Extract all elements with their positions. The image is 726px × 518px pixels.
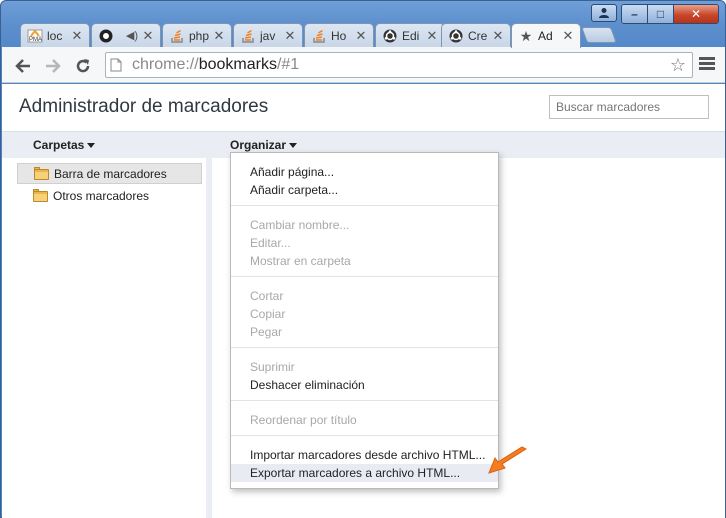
menu-separator [231,205,498,206]
tab-title: Edi [402,28,420,43]
pma-icon: PMA [27,28,43,44]
menu-item-import-html[interactable]: Importar marcadores desde archivo HTML..… [231,446,498,464]
tab-title: php [189,28,209,43]
annotation-arrow-icon [488,446,528,474]
new-tab-button[interactable] [581,27,617,43]
tab-title: Cre [468,28,488,43]
reload-icon [76,59,90,73]
close-tab-icon[interactable]: ✕ [71,28,83,44]
ubuntu-icon [382,28,398,44]
menu-separator [231,347,498,348]
tab-3[interactable]: php ✕ [162,23,232,47]
tab-title: jav [260,28,276,43]
folder-tree: Barra de marcadores Otros marcadores [2,158,210,518]
tab-8-active[interactable]: ★ Ad ✕ [511,23,581,48]
organize-dropdown-menu: Añadir página... Añadir carpeta... Cambi… [230,152,499,489]
menu-item-delete[interactable]: Suprimir [231,358,498,376]
tab-1[interactable]: PMA loc ✕ [20,23,90,47]
page-icon [110,58,128,72]
menu-item-show-in-folder[interactable]: Mostrar en carpeta [231,252,498,270]
close-tab-icon[interactable]: ✕ [562,28,574,44]
folder-icon [34,166,49,180]
tab-4[interactable]: jav ✕ [233,23,303,47]
ubuntu-icon [448,28,464,44]
speaker-icon: ◀) [125,30,138,42]
star-icon: ★ [519,27,533,44]
page-title: Administrador de marcadores [19,96,269,117]
tab-6[interactable]: Edi ✕ [375,23,445,47]
tree-item-bookmarks-bar[interactable]: Barra de marcadores [17,163,202,184]
menu-item-edit[interactable]: Editar... [231,234,498,252]
toolbar: chrome://bookmarks/#1 ☆ [2,47,725,83]
tab-strip: PMA loc ✕ ◀) ✕ php ✕ jav ✕ Ho ✕ Edi ✕ Cr… [1,19,726,48]
close-tab-icon[interactable]: ✕ [426,28,438,44]
stack-icon [311,28,327,44]
chevron-down-icon [87,143,96,149]
menu-separator [231,435,498,436]
menu-separator [231,400,498,401]
menu-item-paste[interactable]: Pegar [231,323,498,341]
splitter[interactable] [206,158,212,518]
organize-menu-button[interactable]: Organizar [230,138,298,152]
url-text[interactable]: chrome://bookmarks/#1 [132,56,299,74]
chrome-menu-icon[interactable] [699,57,715,72]
tab-title: Ad [538,29,553,43]
tree-item-label: Barra de marcadores [54,166,167,181]
stack-icon [169,28,185,44]
stack-icon [240,28,256,44]
forward-arrow-icon [46,59,61,73]
reload-button[interactable] [73,56,93,76]
chevron-down-icon [289,143,298,149]
menu-item-add-page[interactable]: Añadir página... [231,163,498,181]
close-tab-icon[interactable]: ✕ [284,28,296,44]
tab-7[interactable]: Cre ✕ [441,23,511,47]
folders-menu-button[interactable]: Carpetas [33,138,96,152]
menu-item-rename[interactable]: Cambiar nombre... [231,216,498,234]
menu-item-export-html[interactable]: Exportar marcadores a archivo HTML... [231,464,498,482]
menu-item-undo-delete[interactable]: Deshacer eliminación [231,376,498,394]
back-button[interactable] [13,56,33,76]
tab-2[interactable]: ◀) ✕ [91,23,161,47]
close-tab-icon[interactable]: ✕ [142,28,154,44]
browser-window: – □ ✕ PMA loc ✕ ◀) ✕ php ✕ jav ✕ Ho ✕ Ed… [0,0,726,518]
menu-item-add-folder[interactable]: Añadir carpeta... [231,181,498,199]
tree-item-label: Otros marcadores [53,188,150,203]
bookmark-star-icon[interactable]: ☆ [670,55,686,76]
menu-item-cut[interactable]: Cortar [231,287,498,305]
tree-item-other-bookmarks[interactable]: Otros marcadores [17,185,202,206]
close-tab-icon[interactable]: ✕ [355,28,367,44]
user-icon [599,8,609,18]
svg-text:PMA: PMA [29,37,42,43]
back-arrow-icon [15,59,30,73]
menu-item-copy[interactable]: Copiar [231,305,498,323]
address-bar[interactable]: chrome://bookmarks/#1 ☆ [105,52,693,78]
close-tab-icon[interactable]: ✕ [213,28,225,44]
search-input[interactable] [549,95,709,119]
tab-title: Ho [331,28,347,43]
tab-5[interactable]: Ho ✕ [304,23,374,47]
menu-item-sort-by-title[interactable]: Reordenar por título [231,411,498,429]
forward-button[interactable] [43,56,63,76]
folder-icon [33,188,48,202]
close-tab-icon[interactable]: ✕ [492,28,504,44]
tab-title: loc [47,28,63,43]
github-icon [98,28,114,44]
menu-separator [231,276,498,277]
